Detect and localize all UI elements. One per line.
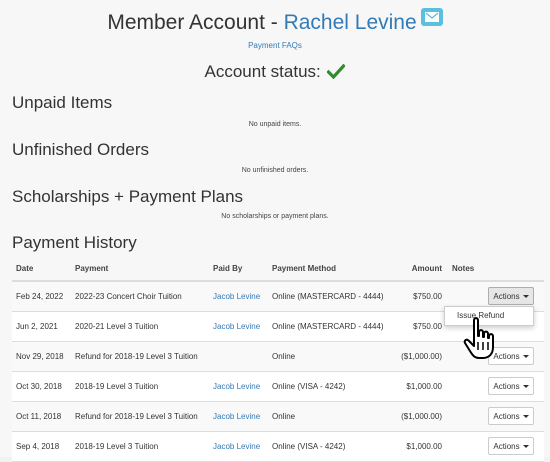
row-amount: ($1,000.00) [401,352,442,361]
unpaid-items-empty: No unpaid items. [248,121,302,128]
row-payment: Refund for 2018-19 Level 3 Tuition [75,412,198,421]
actions-label: Actions [493,442,520,451]
account-status: Account status: [0,62,550,84]
header-amount: Amount [411,264,442,273]
header-payment: Payment [75,264,109,273]
envelope-icon[interactable] [420,8,443,26]
caret-down-icon [522,415,529,418]
row-amount: $1,000.00 [406,382,442,391]
row-payment: 2020-21 Level 3 Tuition [75,322,159,331]
actions-button[interactable]: Actions [488,437,534,455]
unpaid-items-title: Unpaid Items [12,93,113,112]
caret-down-icon [522,355,529,358]
row-payment-method: Online [272,412,296,421]
payment-history-title: Payment History [12,233,137,252]
caret-down-icon [522,385,529,388]
row-amount: $750.00 [413,322,442,331]
table-row: Oct 30, 2018 2018-19 Level 3 Tuition Jac… [12,372,544,402]
unfinished-orders-empty: No unfinished orders. [241,167,309,174]
actions-label: Actions [493,292,520,301]
scholarships-title: Scholarships + Payment Plans [12,187,244,206]
row-payment: 2018-19 Level 3 Tuition [75,382,159,391]
row-date: Jun 2, 2021 [16,322,58,331]
hand-pointer-icon [462,316,502,367]
row-amount: ($1,000.00) [401,412,442,421]
page-title: Member Account - Rachel Levine [107,11,416,34]
row-paid-by-link[interactable]: Jacob Levine [213,372,260,401]
row-amount: $750.00 [413,292,442,301]
actions-label: Actions [493,382,520,391]
row-paid-by-link[interactable]: Jacob Levine [213,402,260,431]
payment-faqs-link[interactable]: Payment FAQs [0,41,550,50]
row-payment: 2022-23 Concert Choir Tuition [75,292,182,301]
caret-down-icon [522,445,529,448]
check-icon [326,63,347,84]
row-date: Oct 30, 2018 [16,382,62,391]
header-date: Date [16,264,34,273]
member-name: Rachel Levine [283,11,417,34]
actions-button[interactable]: Actions [488,407,534,425]
row-date: Oct 11, 2018 [16,412,62,421]
title-prefix: Member Account - [107,11,284,34]
row-date: Feb 24, 2022 [16,292,64,301]
row-paid-by-link[interactable]: Jacob Levine [213,312,260,341]
actions-button[interactable]: Actions [488,287,534,305]
row-payment-method: Online (VISA - 4242) [272,382,346,391]
page-header: Member Account - Rachel Levine [0,8,550,35]
account-status-label: Account status: [204,62,321,81]
header-notes: Notes [452,264,475,273]
actions-label: Actions [493,412,520,421]
row-payment-method: Online (MASTERCARD - 4444) [272,292,384,301]
header-payment-method: Payment Method [272,264,337,273]
row-date: Nov 29, 2018 [16,352,64,361]
table-row: Sep 4, 2018 2018-19 Level 3 Tuition Jaco… [12,432,544,462]
table-row: Oct 11, 2018 Refund for 2018-19 Level 3 … [12,402,544,432]
row-payment-method: Online (MASTERCARD - 4444) [272,322,384,331]
row-payment: Refund for 2018-19 Level 3 Tuition [75,352,198,361]
scholarships-empty: No scholarships or payment plans. [221,213,329,220]
table-header: Date Payment Paid By Payment Method Amou… [12,258,544,282]
row-paid-by-link[interactable]: Jacob Levine [213,282,260,311]
actions-button[interactable]: Actions [488,377,534,395]
caret-down-icon [522,295,529,298]
row-payment-method: Online [272,352,296,361]
header-paid-by: Paid By [213,264,243,273]
member-account-page: Member Account - Rachel Levine Payment F… [0,0,550,462]
unfinished-orders-title: Unfinished Orders [12,140,150,159]
